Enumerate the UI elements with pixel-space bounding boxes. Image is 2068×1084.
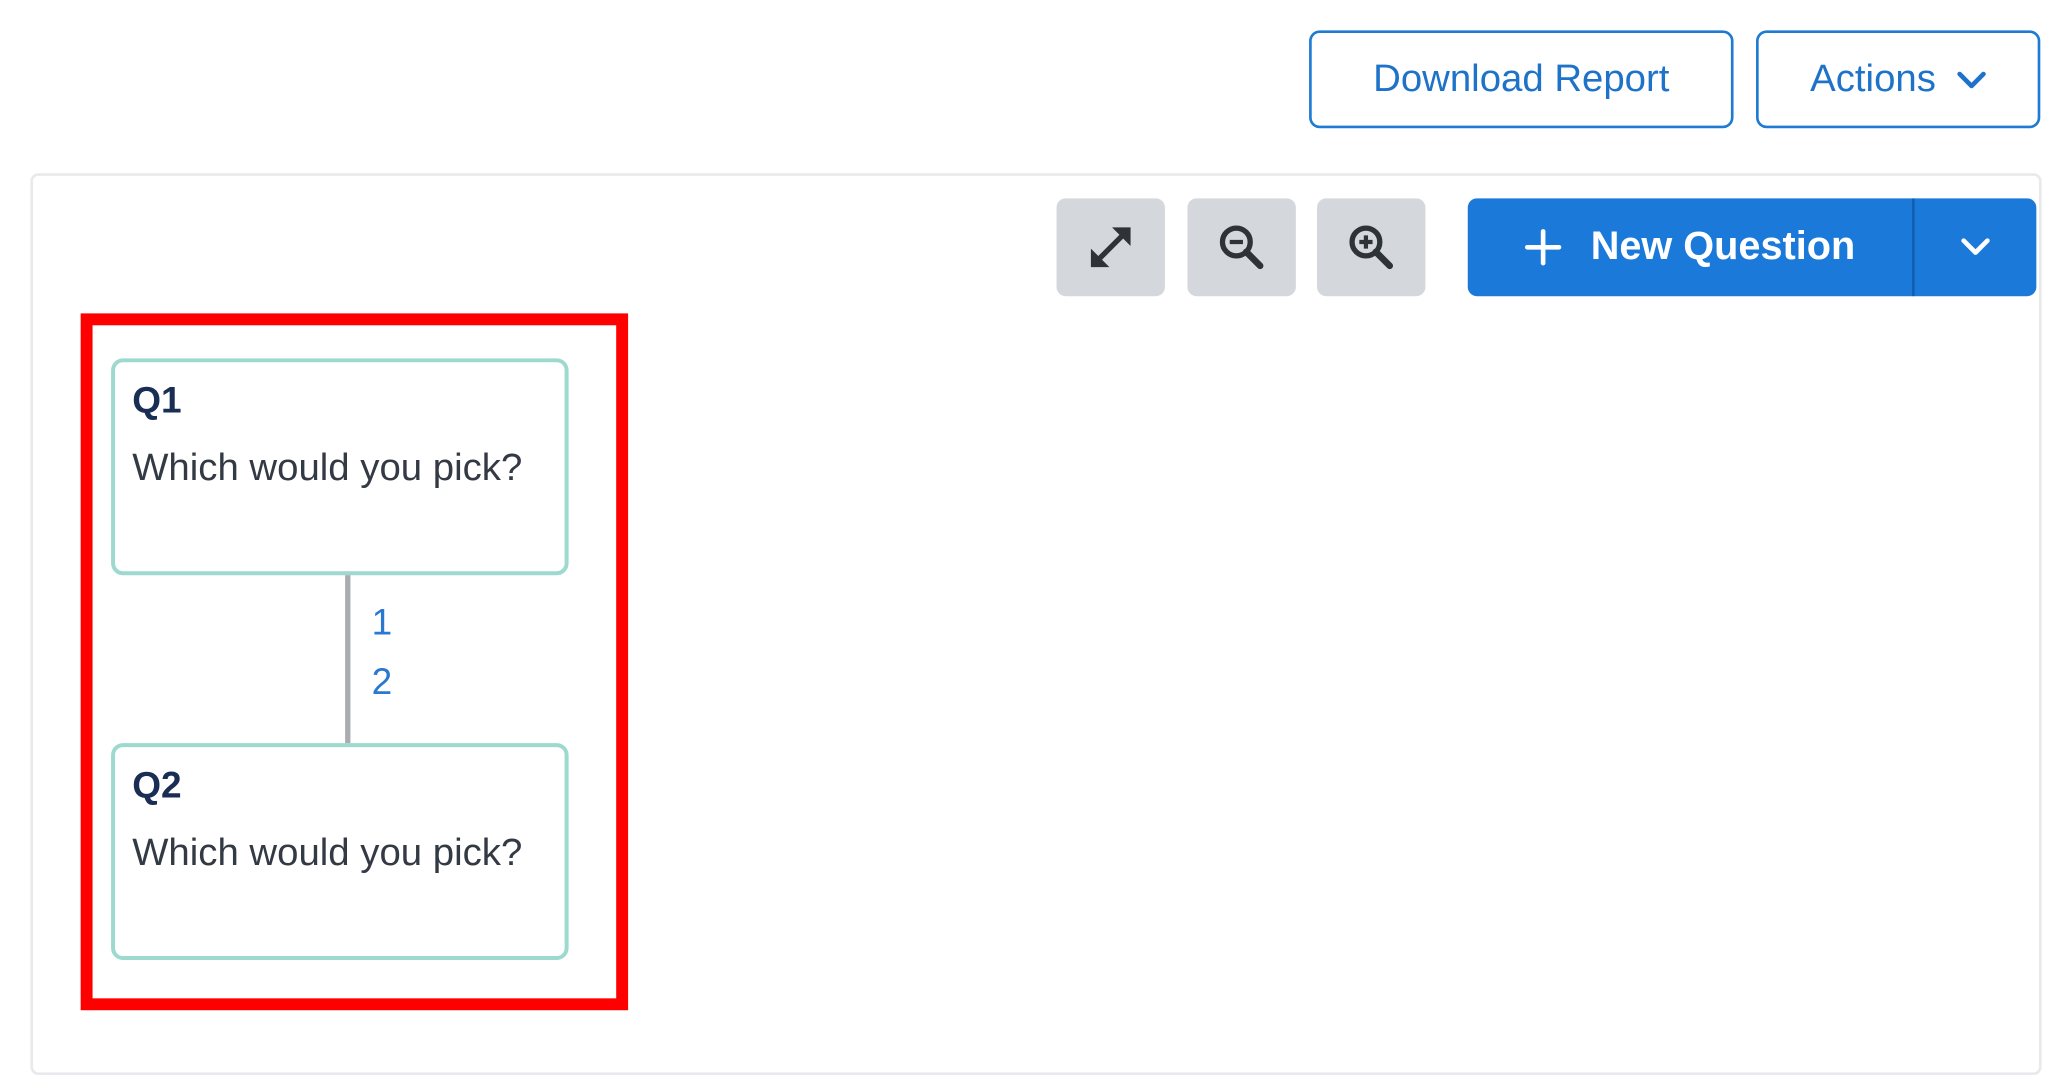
actions-dropdown-button[interactable]: Actions [1756, 30, 2041, 129]
chevron-down-icon [1957, 71, 1986, 89]
branch-label-2[interactable]: 2 [372, 661, 393, 703]
new-question-split-button: New Question [1467, 198, 2037, 297]
question-id: Q1 [132, 379, 182, 421]
branch-label-1[interactable]: 1 [372, 602, 393, 644]
download-report-label: Download Report [1373, 57, 1670, 100]
question-card-q2[interactable]: Q2 Which would you pick? [111, 743, 569, 960]
expand-button[interactable] [1056, 198, 1165, 297]
actions-label: Actions [1810, 57, 1936, 100]
zoom-out-icon [1219, 225, 1264, 270]
question-card-q1[interactable]: Q1 Which would you pick? [111, 358, 569, 576]
download-report-button[interactable]: Download Report [1309, 30, 1734, 129]
question-text: Which would you pick? [132, 831, 523, 875]
new-question-label: New Question [1590, 224, 1856, 269]
plus-icon [1524, 229, 1562, 266]
expand-arrows-icon [1090, 227, 1131, 268]
chevron-down-icon [1961, 238, 1990, 255]
zoom-in-icon [1349, 225, 1394, 270]
branch-connector [345, 575, 351, 744]
new-question-button[interactable]: New Question [1468, 198, 1912, 296]
new-question-dropdown-toggle[interactable] [1915, 198, 2037, 296]
zoom-in-button[interactable] [1317, 198, 1426, 297]
question-id: Q2 [132, 764, 182, 806]
question-text: Which would you pick? [132, 446, 523, 490]
zoom-out-button[interactable] [1187, 198, 1296, 297]
